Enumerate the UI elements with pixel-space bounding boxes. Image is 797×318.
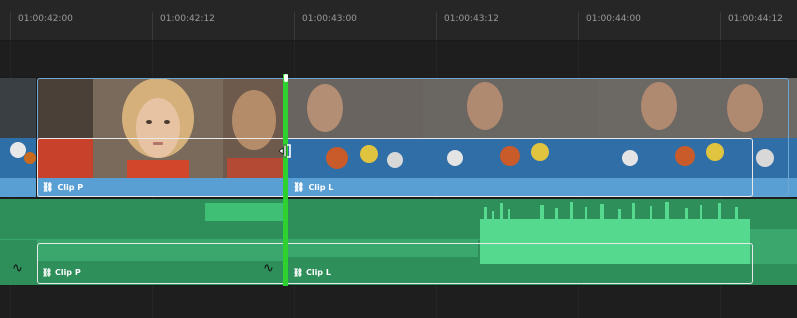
clip-p-audio-label-wrap[interactable]: ⛓ Clip P (42, 268, 81, 277)
ruler-tick (10, 12, 11, 40)
link-icon: ⛓ (42, 268, 53, 277)
timecode-label: 01:00:42:00 (18, 14, 73, 24)
audio-fade-icon[interactable]: ∿ (12, 261, 23, 276)
video-thumbnail (0, 78, 36, 178)
empty-track-band (0, 286, 797, 318)
ruler-tick (436, 12, 437, 40)
trim-cursor-icon (278, 144, 291, 158)
playhead[interactable] (283, 74, 288, 286)
timecode-ruler[interactable]: 01:00:42:00 01:00:42:12 01:00:43:00 01:0… (0, 0, 797, 41)
ruler-tick (152, 12, 153, 40)
ruler-tick (720, 12, 721, 40)
playhead-handle[interactable] (284, 74, 288, 82)
clip-p-audio-label: Clip P (54, 268, 81, 277)
audio-selection-box (37, 243, 753, 284)
video-selection-box (37, 138, 753, 197)
video-track: ⛓ Clip P ⛓ Clip L (0, 78, 797, 197)
timecode-label: 01:00:44:12 (728, 14, 783, 24)
ruler-tick (578, 12, 579, 40)
link-icon: ⛓ (293, 268, 304, 277)
timecode-label: 01:00:43:12 (444, 14, 499, 24)
ruler-tick (294, 12, 295, 40)
clip-l-audio-label-wrap[interactable]: ⛓ Clip L (293, 268, 331, 277)
timecode-label: 01:00:44:00 (586, 14, 641, 24)
timecode-label: 01:00:43:00 (302, 14, 357, 24)
audio-track: ∿ ∿ ⛓ Clip P ⛓ Clip L (0, 199, 797, 285)
timecode-label: 01:00:42:12 (160, 14, 215, 24)
video-clip-bar-prev[interactable] (0, 178, 36, 197)
clip-l-audio-label: Clip L (305, 268, 331, 277)
empty-track-band (0, 41, 797, 77)
timeline-panel: 01:00:42:00 01:00:42:12 01:00:43:00 01:0… (0, 0, 797, 318)
